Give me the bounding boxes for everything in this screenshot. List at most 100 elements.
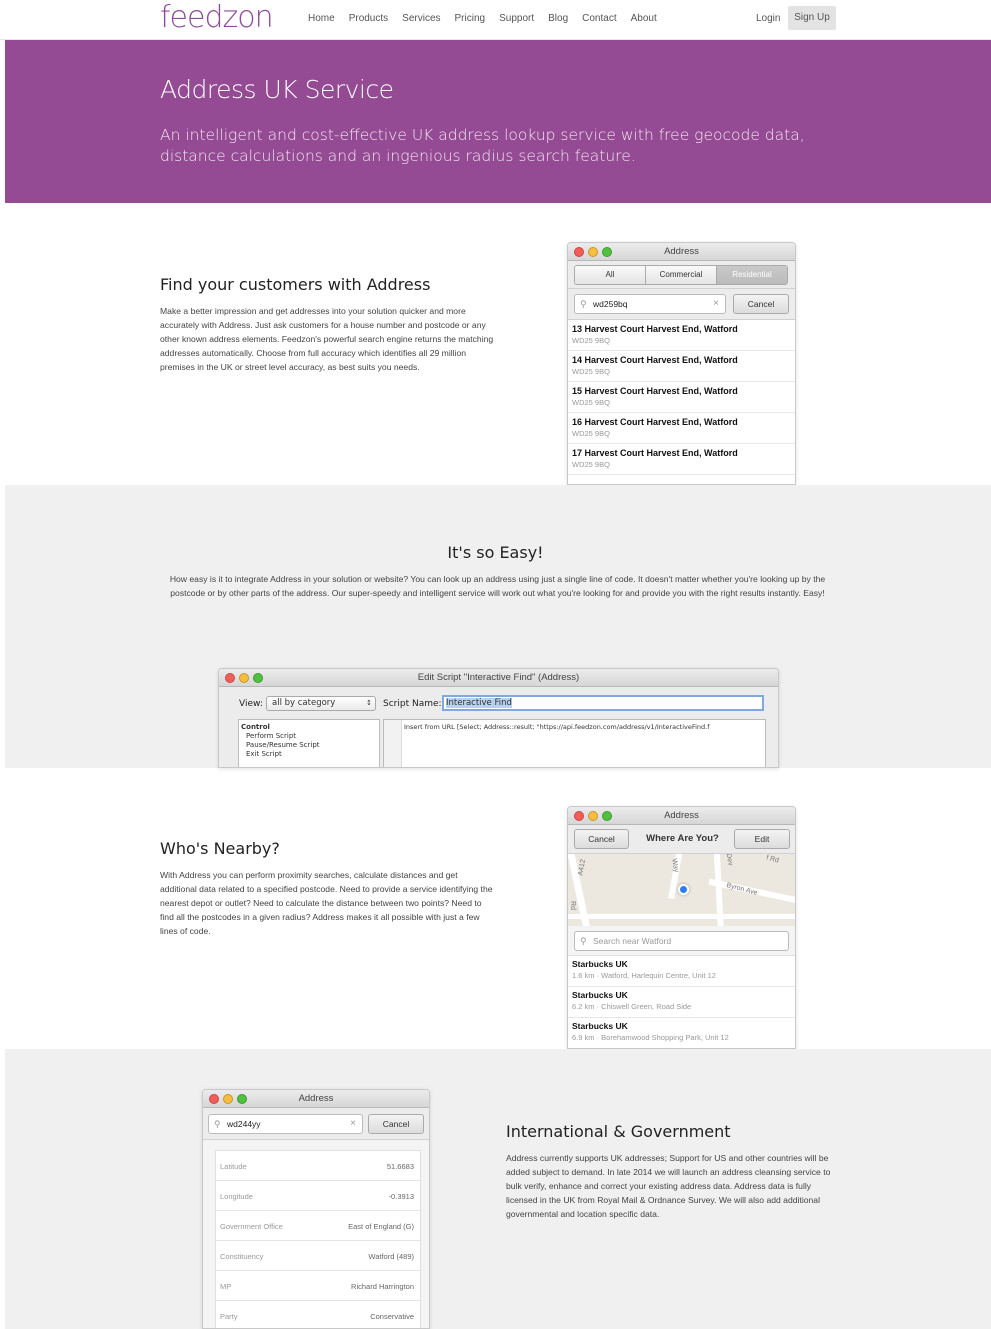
hero-title: Address UK Service: [160, 75, 394, 104]
map-label: A412: [577, 858, 588, 877]
nav-link-about[interactable]: About: [631, 13, 657, 24]
tab-residential[interactable]: Residential: [717, 266, 787, 284]
result-title: 15 Harvest Court Harvest End, Watford: [572, 386, 738, 396]
result-title: 14 Harvest Court Harvest End, Watford: [572, 355, 738, 365]
result-postcode: WD25 9BQ: [572, 429, 610, 438]
close-light-icon[interactable]: [574, 811, 584, 821]
row-value: Richard Harrington: [351, 1282, 414, 1291]
step-item[interactable]: Exit Script: [241, 750, 377, 759]
window-title: Edit Script "Interactive Find" (Address): [417, 672, 580, 683]
nav-link-home[interactable]: Home: [308, 13, 335, 24]
minimize-light-icon[interactable]: [239, 673, 249, 683]
nav-link-contact[interactable]: Contact: [582, 13, 616, 24]
script-name-label: Script Name:: [383, 699, 442, 709]
list-item[interactable]: Starbucks UK 6.9 km · Borehamwood Shoppin…: [568, 1018, 795, 1048]
step-item[interactable]: Perform Script: [241, 732, 377, 741]
table-row: Government Office East of England (G): [216, 1211, 420, 1241]
details-panel: Latitude 51.6683 Longitude -0.3913 Governm…: [203, 1140, 429, 1328]
location-pin-icon[interactable]: [678, 884, 689, 895]
script-name-value: Interactive Find: [446, 698, 512, 708]
script-steps-list[interactable]: Control Perform Script Pause/Resume Scri…: [238, 719, 380, 767]
result-postcode: WD25 9BQ: [572, 460, 610, 469]
search-input[interactable]: ⚲ wd259bq ×: [574, 294, 726, 314]
cancel-button[interactable]: Cancel: [368, 1114, 424, 1134]
search-value: wd259bq: [593, 299, 628, 309]
zoom-light-icon[interactable]: [237, 1094, 247, 1104]
tab-commercial[interactable]: Commercial: [646, 266, 717, 284]
row-value: -0.3913: [388, 1192, 414, 1201]
nav-link-services[interactable]: Services: [402, 13, 440, 24]
tab-all[interactable]: All: [575, 266, 646, 284]
easy-text: How easy is it to integrate Address in y…: [169, 574, 826, 598]
step-item[interactable]: Pause/Resume Script: [241, 741, 377, 750]
window-title: Address: [664, 246, 699, 257]
row-value: 51.6683: [386, 1162, 414, 1171]
close-light-icon[interactable]: [209, 1094, 219, 1104]
row-key: Party: [220, 1312, 238, 1321]
result-postcode: WD25 9BQ: [572, 398, 610, 407]
map-label: f Rd: [765, 854, 780, 865]
row-key: Government Office: [220, 1222, 283, 1231]
login-link[interactable]: Login: [756, 13, 780, 24]
script-code-line: Insert from URL [Select; Address::result…: [404, 723, 710, 731]
window-title: Address: [298, 1093, 334, 1104]
window-titlebar: Address: [568, 807, 795, 825]
easy-title: It's so Easy!: [447, 543, 544, 562]
nav-link-pricing[interactable]: Pricing: [455, 13, 486, 24]
nav-link-products[interactable]: Products: [349, 13, 388, 24]
nav-link-blog[interactable]: Blog: [548, 13, 568, 24]
list-item[interactable]: 17 Harvest Court Harvest End, Watford WD2…: [568, 444, 795, 475]
script-name-input[interactable]: Interactive Find: [442, 695, 764, 711]
map-road: [568, 914, 795, 919]
search-icon: ⚲: [214, 1119, 221, 1129]
feedzon-logo[interactable]: feedzon: [160, 0, 274, 35]
minimize-light-icon[interactable]: [223, 1094, 233, 1104]
search-near-input[interactable]: ⚲ Search near Watford: [574, 931, 789, 951]
search-placeholder: Search near Watford: [593, 936, 672, 946]
script-code-area[interactable]: Insert from URL [Select; Address::result…: [383, 719, 766, 767]
zoom-light-icon[interactable]: [253, 673, 263, 683]
result-title: Starbucks UK: [572, 959, 628, 969]
list-item[interactable]: 15 Harvest Court Harvest End, Watford WD2…: [568, 382, 795, 413]
map-view[interactable]: A412 Way Dev f Rd Byron Ave Rd: [568, 854, 795, 926]
intl-section: [5, 1049, 991, 1329]
map-label: Dev: [724, 854, 734, 867]
cancel-button[interactable]: Cancel: [733, 294, 789, 314]
result-title: 16 Harvest Court Harvest End, Watford: [572, 417, 738, 427]
window-titlebar: Address: [203, 1090, 429, 1108]
minimize-light-icon[interactable]: [588, 247, 598, 257]
close-light-icon[interactable]: [225, 673, 235, 683]
window-title: Address: [664, 810, 699, 821]
window-titlebar: Address: [568, 243, 795, 261]
chevron-updown-icon: ↕: [366, 699, 372, 707]
map-label: Byron Ave: [725, 882, 759, 897]
view-value: all by category: [272, 698, 336, 708]
steps-header: Control: [241, 723, 270, 731]
nav-link-support[interactable]: Support: [499, 13, 534, 24]
result-postcode: WD25 9BQ: [572, 336, 610, 345]
search-input[interactable]: ⚲ wd244yy ×: [208, 1114, 363, 1134]
row-key: Longitude: [220, 1192, 253, 1201]
clear-icon[interactable]: ×: [713, 295, 719, 313]
minimize-light-icon[interactable]: [588, 811, 598, 821]
code-gutter: [384, 720, 402, 767]
details-table: Latitude 51.6683 Longitude -0.3913 Governm…: [215, 1150, 421, 1328]
result-distance: 1.6 km · Watford, Harlequin Centre, Unit…: [572, 971, 716, 980]
search-value: wd244yy: [227, 1119, 261, 1129]
list-item[interactable]: 16 Harvest Court Harvest End, Watford WD2…: [568, 413, 795, 444]
list-item[interactable]: 14 Harvest Court Harvest End, Watford WD2…: [568, 351, 795, 382]
clear-icon[interactable]: ×: [350, 1115, 356, 1133]
top-nav: feedzon Home Products Services Pricing S…: [0, 0, 991, 40]
signup-button[interactable]: Sign Up: [788, 6, 836, 30]
edit-button[interactable]: Edit: [734, 829, 790, 849]
intl-text: Address currently supports UK addresses;…: [506, 1153, 831, 1219]
segment-toolbar: All Commercial Residential: [568, 261, 795, 289]
view-select[interactable]: all by category ↕: [266, 696, 376, 711]
table-row: Latitude 51.6683: [216, 1151, 420, 1181]
zoom-light-icon[interactable]: [602, 811, 612, 821]
list-item[interactable]: Starbucks UK 6.2 km · Chiswell Green, Roa…: [568, 987, 795, 1018]
close-light-icon[interactable]: [574, 247, 584, 257]
list-item[interactable]: Starbucks UK 1.6 km · Watford, Harlequin …: [568, 956, 795, 987]
list-item[interactable]: 13 Harvest Court Harvest End, Watford WD2…: [568, 320, 795, 351]
zoom-light-icon[interactable]: [602, 247, 612, 257]
